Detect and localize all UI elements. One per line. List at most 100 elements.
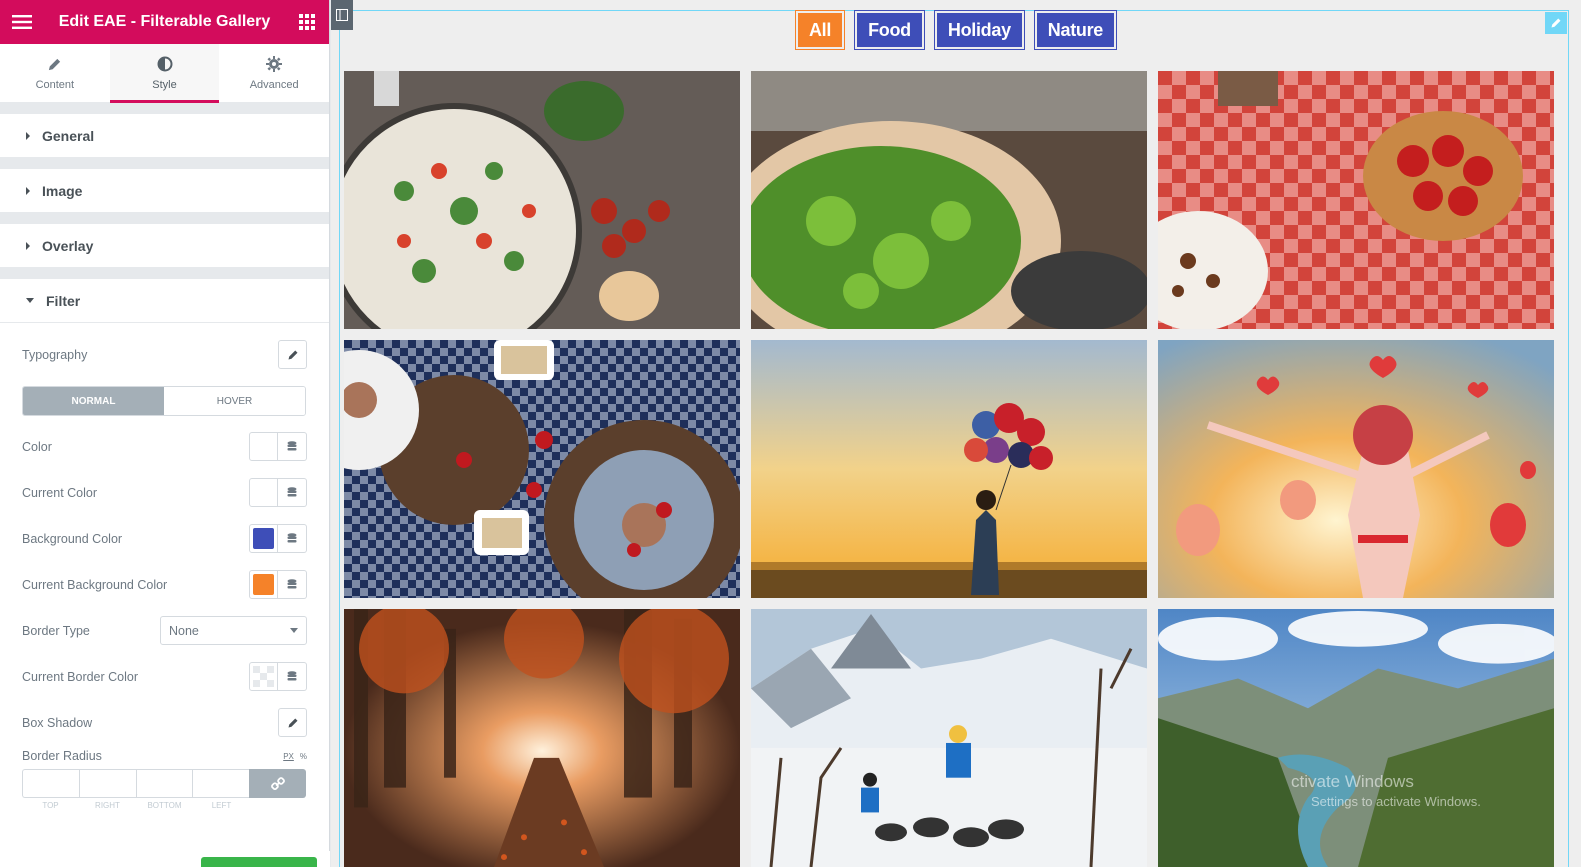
publish-button[interactable] xyxy=(201,857,317,867)
border-type-label: Border Type xyxy=(22,623,90,638)
tab-hover[interactable]: HOVER xyxy=(164,387,305,415)
typography-edit-button[interactable] xyxy=(278,340,307,369)
tab-normal[interactable]: NORMAL xyxy=(23,387,164,415)
pencil-icon xyxy=(288,350,297,359)
divider xyxy=(0,103,329,114)
database-icon[interactable] xyxy=(278,570,307,599)
pencil-icon xyxy=(47,55,62,73)
radius-right-input[interactable] xyxy=(78,769,136,798)
gallery-grid xyxy=(344,71,1554,867)
panel-footer xyxy=(0,851,330,867)
caret-right-icon xyxy=(26,131,30,140)
panel-tabs: Content Style Advanced xyxy=(0,44,329,103)
database-icon[interactable] xyxy=(278,524,307,553)
current-border-color-control: Current Border Color xyxy=(22,662,307,691)
heart-balloons-image xyxy=(1158,340,1554,598)
section-general[interactable]: General xyxy=(0,114,329,158)
current-border-color-swatch[interactable] xyxy=(249,662,278,691)
pizza-image xyxy=(344,71,740,329)
transparent-checker-icon xyxy=(253,666,274,687)
color-label: Color xyxy=(22,439,52,454)
gallery-item-pizza[interactable] xyxy=(344,71,740,329)
contrast-icon xyxy=(157,55,173,73)
border-type-control: Border Type None xyxy=(22,616,307,645)
strawberries-image xyxy=(1158,71,1554,329)
dim-label-top: TOP xyxy=(42,801,59,810)
section-filter[interactable]: Filter xyxy=(0,279,329,323)
border-radius-control: Border Radius PX % xyxy=(22,749,307,763)
pencil-icon xyxy=(288,718,297,727)
gallery-item-autumn-forest[interactable] xyxy=(344,609,740,867)
background-color-swatch[interactable] xyxy=(249,524,278,553)
current-background-color-control: Current Background Color xyxy=(22,570,307,599)
link-values-icon[interactable] xyxy=(249,769,306,798)
database-icon[interactable] xyxy=(278,662,307,691)
filter-all[interactable]: All xyxy=(795,11,845,49)
radius-top-input[interactable] xyxy=(22,769,79,798)
gallery-item-mountain-valley[interactable] xyxy=(1158,609,1554,867)
radius-left-input[interactable] xyxy=(192,769,249,798)
current-color-label: Current Color xyxy=(22,485,98,500)
windows-activation-watermark: ctivate Windows Settings to activate Win… xyxy=(1291,772,1481,809)
gear-icon xyxy=(266,55,283,73)
radius-bottom-input[interactable] xyxy=(135,769,193,798)
border-type-select[interactable]: None xyxy=(160,616,307,645)
unit-percent[interactable]: % xyxy=(300,752,307,761)
panel-title: Edit EAE - Filterable Gallery xyxy=(58,13,271,30)
box-shadow-control: Box Shadow xyxy=(22,708,307,737)
autumn-forest-image xyxy=(344,609,740,867)
filter-food[interactable]: Food xyxy=(855,11,924,49)
typography-label: Typography xyxy=(22,347,88,362)
current-border-color-label: Current Border Color xyxy=(22,669,139,684)
salad-image xyxy=(751,71,1147,329)
gallery-item-picnic[interactable] xyxy=(344,340,740,598)
hamburger-menu-icon[interactable] xyxy=(0,0,44,44)
divider xyxy=(0,158,329,169)
filter-holiday[interactable]: Holiday xyxy=(934,11,1024,49)
tab-content[interactable]: Content xyxy=(0,44,110,102)
unit-px[interactable]: PX xyxy=(283,752,294,761)
current-background-color-swatch[interactable] xyxy=(249,570,278,599)
color-control: Color xyxy=(22,432,307,461)
section-overlay[interactable]: Overlay xyxy=(0,224,329,268)
watermark-line-2: Settings to activate Windows. xyxy=(1311,794,1481,809)
preview-canvas: All Food Holiday Nature ctivate Windows … xyxy=(331,0,1581,867)
select-value: None xyxy=(169,623,199,638)
tab-label: Advanced xyxy=(249,79,299,91)
state-toggle: NORMAL HOVER xyxy=(22,386,306,416)
gallery-item-strawberries[interactable] xyxy=(1158,71,1554,329)
gallery-item-salad[interactable] xyxy=(751,71,1147,329)
widgets-grid-icon[interactable] xyxy=(285,0,329,44)
tab-label: Content xyxy=(35,79,75,91)
box-shadow-edit-button[interactable] xyxy=(278,708,307,737)
current-background-color-label: Current Background Color xyxy=(22,577,168,592)
tab-advanced[interactable]: Advanced xyxy=(219,44,329,102)
border-radius-label: Border Radius xyxy=(22,749,102,763)
dim-label-bottom: BOTTOM xyxy=(147,801,182,810)
caret-right-icon xyxy=(26,186,30,195)
gallery-item-dog-sledding[interactable] xyxy=(751,609,1147,867)
database-icon[interactable] xyxy=(278,432,307,461)
picnic-image xyxy=(344,340,740,598)
current-color-swatch[interactable] xyxy=(249,478,278,507)
editor-panel: Edit EAE - Filterable Gallery Content St… xyxy=(0,0,330,867)
balloons-sunset-image xyxy=(751,340,1147,598)
filter-nature[interactable]: Nature xyxy=(1034,11,1117,49)
gallery-item-heart-balloons[interactable] xyxy=(1158,340,1554,598)
database-icon[interactable] xyxy=(278,478,307,507)
background-color-control: Background Color xyxy=(22,524,307,553)
section-label: Image xyxy=(42,182,83,199)
chevron-down-icon xyxy=(290,628,298,633)
filter-controls: Typography NORMAL HOVER Color Current Co… xyxy=(0,340,329,810)
dim-label-left: LEFT xyxy=(211,801,232,810)
swatch-fill xyxy=(253,528,274,549)
tab-style[interactable]: Style xyxy=(109,44,220,103)
gallery-filters: All Food Holiday Nature xyxy=(331,11,1581,49)
background-color-label: Background Color xyxy=(22,531,123,546)
color-swatch[interactable] xyxy=(249,432,278,461)
section-image[interactable]: Image xyxy=(0,169,329,213)
unit-switcher: PX % xyxy=(283,752,307,761)
gallery-item-balloons-sunset[interactable] xyxy=(751,340,1147,598)
panel-header: Edit EAE - Filterable Gallery xyxy=(0,0,329,44)
watermark-line-1: ctivate Windows xyxy=(1291,772,1414,791)
